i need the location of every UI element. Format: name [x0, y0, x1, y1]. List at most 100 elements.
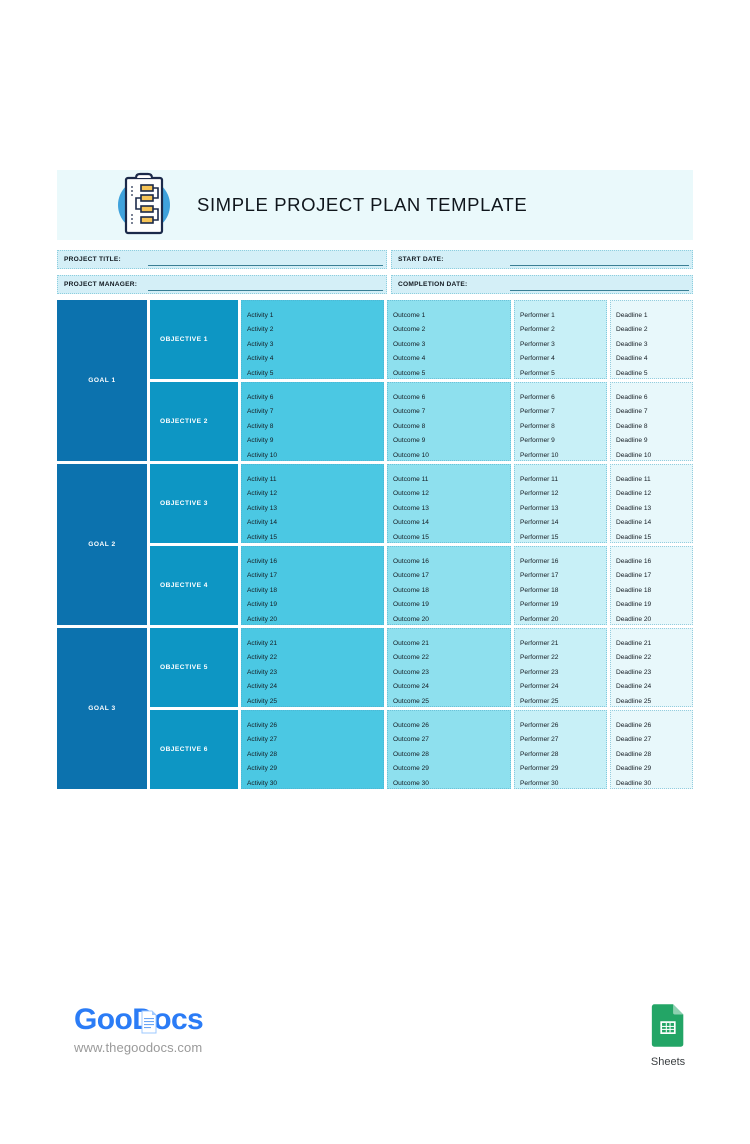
performer-cell[interactable]: Performer 8 [520, 420, 606, 434]
activity-cell[interactable]: Activity 16 [247, 555, 383, 569]
outcome-cell[interactable]: Outcome 5 [393, 367, 510, 381]
outcome-cell[interactable]: Outcome 25 [393, 695, 510, 709]
performer-cell[interactable]: Performer 17 [520, 569, 606, 583]
performer-cell[interactable]: Performer 20 [520, 613, 606, 627]
outcome-cell[interactable]: Outcome 22 [393, 651, 510, 665]
outcome-cell[interactable]: Outcome 7 [393, 405, 510, 419]
deadline-cell[interactable]: Deadline 28 [616, 748, 692, 762]
deadline-cell[interactable]: Deadline 18 [616, 584, 692, 598]
goal-cell[interactable]: GOAL 3 [57, 628, 147, 789]
performer-cell[interactable]: Performer 5 [520, 367, 606, 381]
performer-cell[interactable]: Performer 14 [520, 516, 606, 530]
activity-cell[interactable]: Activity 5 [247, 367, 383, 381]
goodocs-logo[interactable]: GooDocs www.thegoodocs.com [74, 1003, 204, 1055]
activity-cell[interactable]: Activity 18 [247, 584, 383, 598]
goal-cell[interactable]: GOAL 2 [57, 464, 147, 625]
performer-cell[interactable]: Performer 1 [520, 309, 606, 323]
objective-cell[interactable]: OBJECTIVE 3 [150, 464, 238, 543]
project-manager-input-line[interactable] [148, 290, 383, 291]
start-date-input-line[interactable] [510, 265, 689, 266]
deadline-cell[interactable]: Deadline 13 [616, 502, 692, 516]
goal-cell[interactable]: GOAL 1 [57, 300, 147, 461]
activity-cell[interactable]: Activity 29 [247, 762, 383, 776]
performer-cell[interactable]: Performer 21 [520, 637, 606, 651]
project-manager-field[interactable]: PROJECT MANAGER: [57, 275, 387, 294]
outcome-cell[interactable]: Outcome 18 [393, 584, 510, 598]
performer-cell[interactable]: Performer 13 [520, 502, 606, 516]
outcome-cell[interactable]: Outcome 3 [393, 338, 510, 352]
outcome-cell[interactable]: Outcome 27 [393, 733, 510, 747]
deadline-cell[interactable]: Deadline 2 [616, 323, 692, 337]
outcome-cell[interactable]: Outcome 23 [393, 666, 510, 680]
outcome-cell[interactable]: Outcome 11 [393, 473, 510, 487]
performer-cell[interactable]: Performer 22 [520, 651, 606, 665]
outcome-cell[interactable]: Outcome 17 [393, 569, 510, 583]
activity-cell[interactable]: Activity 8 [247, 420, 383, 434]
outcome-cell[interactable]: Outcome 29 [393, 762, 510, 776]
activity-cell[interactable]: Activity 26 [247, 719, 383, 733]
outcome-cell[interactable]: Outcome 9 [393, 434, 510, 448]
deadline-cell[interactable]: Deadline 22 [616, 651, 692, 665]
deadline-cell[interactable]: Deadline 16 [616, 555, 692, 569]
outcome-cell[interactable]: Outcome 30 [393, 777, 510, 791]
performer-cell[interactable]: Performer 26 [520, 719, 606, 733]
deadline-cell[interactable]: Deadline 8 [616, 420, 692, 434]
performer-cell[interactable]: Performer 6 [520, 391, 606, 405]
activity-cell[interactable]: Activity 15 [247, 531, 383, 545]
activity-cell[interactable]: Activity 22 [247, 651, 383, 665]
activity-cell[interactable]: Activity 21 [247, 637, 383, 651]
performer-cell[interactable]: Performer 9 [520, 434, 606, 448]
outcome-cell[interactable]: Outcome 2 [393, 323, 510, 337]
deadline-cell[interactable]: Deadline 30 [616, 777, 692, 791]
deadline-cell[interactable]: Deadline 3 [616, 338, 692, 352]
completion-date-field[interactable]: COMPLETION DATE: [391, 275, 693, 294]
deadline-cell[interactable]: Deadline 25 [616, 695, 692, 709]
activity-cell[interactable]: Activity 10 [247, 449, 383, 463]
outcome-cell[interactable]: Outcome 20 [393, 613, 510, 627]
deadline-cell[interactable]: Deadline 23 [616, 666, 692, 680]
deadline-cell[interactable]: Deadline 6 [616, 391, 692, 405]
outcome-cell[interactable]: Outcome 14 [393, 516, 510, 530]
performer-cell[interactable]: Performer 4 [520, 352, 606, 366]
activity-cell[interactable]: Activity 19 [247, 598, 383, 612]
outcome-cell[interactable]: Outcome 28 [393, 748, 510, 762]
performer-cell[interactable]: Performer 11 [520, 473, 606, 487]
activity-cell[interactable]: Activity 17 [247, 569, 383, 583]
activity-cell[interactable]: Activity 1 [247, 309, 383, 323]
outcome-cell[interactable]: Outcome 24 [393, 680, 510, 694]
activity-cell[interactable]: Activity 13 [247, 502, 383, 516]
performer-cell[interactable]: Performer 27 [520, 733, 606, 747]
activity-cell[interactable]: Activity 7 [247, 405, 383, 419]
activity-cell[interactable]: Activity 28 [247, 748, 383, 762]
performer-cell[interactable]: Performer 24 [520, 680, 606, 694]
deadline-cell[interactable]: Deadline 9 [616, 434, 692, 448]
outcome-cell[interactable]: Outcome 13 [393, 502, 510, 516]
activity-cell[interactable]: Activity 2 [247, 323, 383, 337]
activity-cell[interactable]: Activity 4 [247, 352, 383, 366]
performer-cell[interactable]: Performer 30 [520, 777, 606, 791]
outcome-cell[interactable]: Outcome 10 [393, 449, 510, 463]
performer-cell[interactable]: Performer 3 [520, 338, 606, 352]
deadline-cell[interactable]: Deadline 19 [616, 598, 692, 612]
outcome-cell[interactable]: Outcome 8 [393, 420, 510, 434]
activity-cell[interactable]: Activity 11 [247, 473, 383, 487]
deadline-cell[interactable]: Deadline 24 [616, 680, 692, 694]
outcome-cell[interactable]: Outcome 16 [393, 555, 510, 569]
activity-cell[interactable]: Activity 12 [247, 487, 383, 501]
performer-cell[interactable]: Performer 28 [520, 748, 606, 762]
activity-cell[interactable]: Activity 27 [247, 733, 383, 747]
outcome-cell[interactable]: Outcome 26 [393, 719, 510, 733]
outcome-cell[interactable]: Outcome 12 [393, 487, 510, 501]
completion-date-input-line[interactable] [510, 290, 689, 291]
objective-cell[interactable]: OBJECTIVE 1 [150, 300, 238, 379]
project-title-field[interactable]: PROJECT TITLE: [57, 250, 387, 269]
performer-cell[interactable]: Performer 10 [520, 449, 606, 463]
deadline-cell[interactable]: Deadline 29 [616, 762, 692, 776]
outcome-cell[interactable]: Outcome 21 [393, 637, 510, 651]
outcome-cell[interactable]: Outcome 6 [393, 391, 510, 405]
google-sheets-product[interactable]: Sheets [644, 1003, 692, 1068]
deadline-cell[interactable]: Deadline 20 [616, 613, 692, 627]
performer-cell[interactable]: Performer 16 [520, 555, 606, 569]
outcome-cell[interactable]: Outcome 1 [393, 309, 510, 323]
performer-cell[interactable]: Performer 7 [520, 405, 606, 419]
